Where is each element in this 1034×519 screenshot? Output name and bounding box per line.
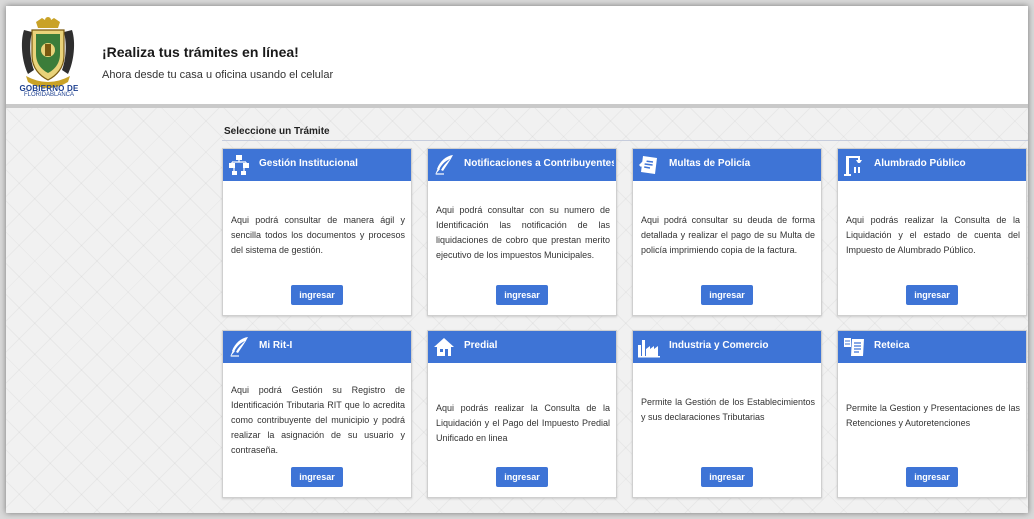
card-mi-rit-i: Mi Rit-I Aqui podrá Gestión su Registro … <box>222 330 412 498</box>
card-header[interactable]: Notificaciones a Contribuyentes <box>428 149 616 181</box>
card-multas-policia: Multas de Policía Aqui podrá consultar s… <box>632 148 822 316</box>
card-title: Reteica <box>874 340 910 351</box>
card-predial: Predial Aqui podrás realizar la Consulta… <box>427 330 617 498</box>
card-header[interactable]: Predial <box>428 331 616 363</box>
browser-frame: GOBIERNO DE FLORIDABLANCA ¡Realiza tus t… <box>6 6 1028 513</box>
quill-icon <box>435 155 453 175</box>
ingresar-button[interactable]: ingresar <box>496 467 548 487</box>
card-industria-comercio: Industria y Comercio Permite la Gestión … <box>632 330 822 498</box>
ingresar-button[interactable]: ingresar <box>701 285 753 305</box>
card-description: Aqui podrá consultar su deuda de forma d… <box>641 215 815 255</box>
page-subtitle: Ahora desde tu casa u oficina usando el … <box>102 69 334 81</box>
ticket-icon <box>639 156 657 174</box>
ingresar-button[interactable]: ingresar <box>906 285 958 305</box>
card-title: Multas de Policía <box>669 158 751 169</box>
card-title: Notificaciones a Contribuyentes <box>464 158 614 169</box>
card-description: Aqui podrás realizar la Consulta de la L… <box>846 215 1020 255</box>
card-header[interactable]: Alumbrado Público <box>838 149 1026 181</box>
card-title: Gestión Institucional <box>259 158 358 169</box>
card-title: Mi Rit-I <box>259 340 293 351</box>
card-header[interactable]: Mi Rit-I <box>223 331 411 363</box>
house-icon <box>434 338 454 356</box>
factory-icon <box>638 340 660 358</box>
section-title: Seleccione un Trámite <box>224 126 330 137</box>
card-header[interactable]: Reteica <box>838 331 1026 363</box>
ingresar-button[interactable]: ingresar <box>701 467 753 487</box>
card-gestion-institucional: Gestión Institucional Aqui podrá consult… <box>222 148 412 316</box>
card-notificaciones-contribuyentes: Notificaciones a Contribuyentes Aqui pod… <box>427 148 617 316</box>
logo-text-municipio: FLORIDABLANCA <box>23 92 74 98</box>
network-icon <box>229 155 249 175</box>
card-title: Industria y Comercio <box>669 340 769 351</box>
card-description: Aqui podrá consultar de manera ágil y se… <box>231 215 405 255</box>
card-description: Aqui podrá consultar con su numero de Id… <box>436 205 610 260</box>
card-header[interactable]: Gestión Institucional <box>223 149 411 181</box>
section-divider <box>222 140 1028 141</box>
ingresar-button[interactable]: ingresar <box>291 285 343 305</box>
card-reteica: Reteica Permite la Gestion y Presentacio… <box>837 330 1027 498</box>
card-header[interactable]: Multas de Policía <box>633 149 821 181</box>
receipt-icon <box>844 338 864 356</box>
card-header[interactable]: Industria y Comercio <box>633 331 821 363</box>
streetlight-icon <box>844 156 862 176</box>
site-header: GOBIERNO DE FLORIDABLANCA ¡Realiza tus t… <box>6 6 1028 104</box>
card-description: Aqui podrás realizar la Consulta de la L… <box>436 403 610 443</box>
ingresar-button[interactable]: ingresar <box>291 467 343 487</box>
card-title: Alumbrado Público <box>874 158 966 169</box>
quill-icon <box>230 337 248 357</box>
page-title: ¡Realiza tus trámites en línea! <box>102 44 299 60</box>
card-alumbrado-publico: Alumbrado Público Aqui podrás realizar l… <box>837 148 1027 316</box>
card-title: Predial <box>464 340 498 351</box>
card-description: Permite la Gestión de los Establecimient… <box>641 397 815 422</box>
ingresar-button[interactable]: ingresar <box>496 285 548 305</box>
card-description: Aqui podrá Gestión su Registro de Identi… <box>231 385 405 455</box>
card-description: Permite la Gestion y Presentaciones de l… <box>846 403 1020 428</box>
ingresar-button[interactable]: ingresar <box>906 467 958 487</box>
